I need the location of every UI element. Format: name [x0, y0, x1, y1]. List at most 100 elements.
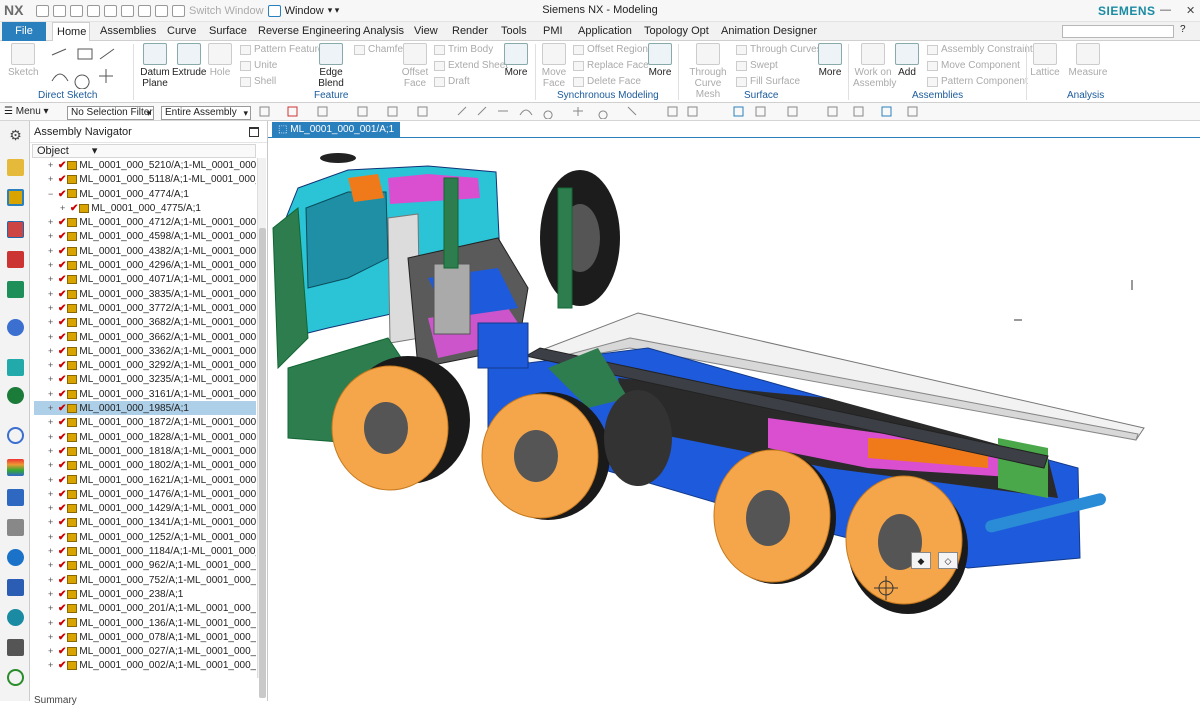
visibility-check-icon[interactable]: ✔	[58, 446, 66, 457]
move-face-button[interactable]: Move Face	[540, 43, 568, 89]
expand-toggle-icon[interactable]: +	[48, 430, 58, 444]
column-sort-icon[interactable]: ▾	[92, 145, 98, 157]
tab-home[interactable]: Home	[52, 22, 90, 42]
tree-row[interactable]: +✔ ML_0001_000_3161/A;1-ML_0001_000_3161	[34, 387, 256, 401]
hole-button[interactable]: Hole	[206, 43, 234, 78]
tree-row[interactable]: +✔ ML_0001_000_3292/A;1-ML_0001_000_3292	[34, 358, 256, 372]
visibility-check-icon[interactable]: ✔	[58, 174, 66, 185]
tree-row[interactable]: +✔ ML_0001_000_3835/A;1-ML_0001_000_3835	[34, 287, 256, 301]
reuse-library-icon[interactable]	[7, 281, 24, 298]
work-on-assembly-button[interactable]: Work on Assembly	[853, 43, 896, 89]
visibility-check-icon[interactable]: ✔	[58, 489, 66, 500]
tree-row[interactable]: +✔ ML_0001_000_4382/A;1-ML_0001_000_4382	[34, 244, 256, 258]
expand-toggle-icon[interactable]: +	[48, 172, 58, 186]
expand-toggle-icon[interactable]: +	[48, 544, 58, 558]
unite-button[interactable]: Unite	[240, 60, 277, 71]
expand-toggle-icon[interactable]: +	[48, 330, 58, 344]
visibility-check-icon[interactable]: ✔	[58, 589, 66, 600]
visibility-check-icon[interactable]: ✔	[58, 389, 66, 400]
offset-face-button[interactable]: Offset Face	[400, 43, 430, 89]
tab-assemblies[interactable]: Assemblies	[96, 22, 160, 41]
tree-row[interactable]: + ✔ ML_0001_000_201/A;1-ML_0001_000_201	[34, 601, 256, 615]
selection-scope-dropdown[interactable]: Entire Assembly	[161, 106, 251, 120]
cloud-icon[interactable]	[7, 549, 24, 566]
expand-toggle-icon[interactable]: +	[48, 558, 58, 572]
visibility-check-icon[interactable]: ✔	[58, 560, 66, 571]
snap-toolbar[interactable]	[258, 105, 938, 119]
expand-toggle-icon[interactable]: +	[48, 501, 58, 515]
system-materials-icon[interactable]	[7, 519, 24, 536]
selection-filter-dropdown[interactable]: No Selection Filter	[67, 106, 154, 120]
tree-row[interactable]: + ✔ ML_0001_000_1985/A;1	[34, 401, 256, 416]
visibility-check-icon[interactable]: ✔	[58, 660, 66, 671]
tree-row[interactable]: +✔ ML_0001_000_1476/A;1-ML_0001_000_1476	[34, 487, 256, 501]
part-navigator-icon[interactable]	[7, 159, 24, 176]
expand-toggle-icon[interactable]: +	[48, 229, 58, 243]
tree-row[interactable]: +✔ ML_0001_000_1184/A;1-ML_0001_000_1184	[34, 544, 256, 558]
expand-toggle-icon[interactable]: +	[48, 244, 58, 258]
visibility-check-icon[interactable]: ✔	[58, 517, 66, 528]
tab-render[interactable]: Render	[448, 22, 492, 41]
visibility-check-icon[interactable]: ✔	[58, 475, 66, 486]
expand-toggle-icon[interactable]: +	[48, 358, 58, 372]
eye-icon[interactable]	[7, 669, 24, 686]
tree-row[interactable]: +✔ ML_0001_000_3235/A;1-ML_0001_000_3235	[34, 372, 256, 386]
visibility-check-icon[interactable]: ✔	[58, 460, 66, 471]
expand-toggle-icon[interactable]: +	[48, 601, 58, 615]
tree-row[interactable]: +✔ ML_0001_000_1802/A;1-ML_0001_000_1802	[34, 458, 256, 472]
assembly-navigator-icon[interactable]	[7, 189, 24, 206]
help-icon[interactable]: ?	[1180, 24, 1186, 35]
assembly-constraints-button[interactable]: Assembly Constraints	[927, 44, 1038, 55]
visibility-check-icon[interactable]: ✔	[70, 203, 78, 214]
tree-row[interactable]: + ✔ ML_0001_000_002/A;1-ML_0001_000_002	[34, 658, 256, 672]
visibility-check-icon[interactable]: ✔	[58, 546, 66, 557]
expand-toggle-icon[interactable]: +	[48, 658, 58, 672]
scrollbar-thumb[interactable]	[259, 228, 266, 698]
expand-toggle-icon[interactable]: +	[48, 515, 58, 529]
tree-row[interactable]: +✔ ML_0001_000_1818/A;1-ML_0001_000_1818	[34, 444, 256, 458]
more-feature-button[interactable]: More	[502, 43, 530, 78]
swept-button[interactable]: Swept	[736, 60, 778, 71]
expand-toggle-icon[interactable]: +	[48, 315, 58, 329]
expand-toggle-icon[interactable]: +	[48, 272, 58, 286]
expand-toggle-icon[interactable]: +	[48, 401, 58, 415]
visibility-check-icon[interactable]: ✔	[58, 317, 66, 328]
tree-row[interactable]: + ✔ ML_0001_000_752/A;1-ML_0001_000_752	[34, 573, 256, 587]
expand-toggle-icon[interactable]: +	[48, 616, 58, 630]
tab-pmi[interactable]: PMI	[539, 22, 567, 41]
menu-button[interactable]: ☰ Menu ▾	[4, 106, 49, 117]
edge-blend-button[interactable]: Edge Blend	[314, 43, 348, 89]
expand-toggle-icon[interactable]: +	[48, 258, 58, 272]
tree-row[interactable]: +✔ ML_0001_000_3662/A;1-ML_0001_000_3662	[34, 330, 256, 344]
expand-toggle-icon[interactable]: +	[48, 530, 58, 544]
tab-topology-opt[interactable]: Topology Opt	[640, 22, 713, 41]
offset-region-button[interactable]: Offset Region	[573, 44, 648, 55]
expand-toggle-icon[interactable]: +	[48, 458, 58, 472]
visibility-check-icon[interactable]: ✔	[58, 303, 66, 314]
gear-icon[interactable]: ⚙	[7, 127, 24, 144]
tree-row[interactable]: +✔ ML_0001_000_1828/A;1-ML_0001_000_1828	[34, 430, 256, 444]
viewport-tab[interactable]: ⬚ ML_0001_000_001/A;1	[272, 122, 401, 137]
shell-button[interactable]: Shell	[240, 76, 276, 87]
tree-row[interactable]: + ✔ ML_0001_000_962/A;1-ML_0001_000_962	[34, 558, 256, 572]
truck-model[interactable]	[268, 138, 1200, 701]
visibility-check-icon[interactable]: ✔	[58, 632, 66, 643]
visibility-check-icon[interactable]: ✔	[58, 160, 66, 171]
visibility-check-icon[interactable]: ✔	[58, 403, 66, 414]
tree-row[interactable]: + ✔ ML_0001_000_027/A;1-ML_0001_000_027	[34, 644, 256, 658]
expand-toggle-icon[interactable]: +	[48, 415, 58, 429]
expand-toggle-icon[interactable]: +	[48, 644, 58, 658]
visibility-check-icon[interactable]: ✔	[58, 618, 66, 629]
tab-view[interactable]: View	[410, 22, 442, 41]
tree-row[interactable]: +✔ ML_0001_000_1341/A;1-ML_0001_000_1341	[34, 515, 256, 529]
delete-face-button[interactable]: Delete Face	[573, 76, 641, 87]
expand-toggle-icon[interactable]: +	[48, 630, 58, 644]
pattern-component-button[interactable]: Pattern Component	[927, 76, 1028, 87]
visibility-check-icon[interactable]: ✔	[58, 346, 66, 357]
tab-reverse-engineering[interactable]: Reverse Engineering	[254, 22, 365, 41]
replace-face-button[interactable]: Replace Face	[573, 60, 649, 71]
tree-row[interactable]: + ✔ ML_0001_000_136/A;1-ML_0001_000_136	[34, 616, 256, 630]
visibility-check-icon[interactable]: ✔	[58, 575, 66, 586]
through-curve-mesh-button[interactable]: Through Curve Mesh	[684, 43, 732, 100]
expand-toggle-icon[interactable]: +	[48, 444, 58, 458]
